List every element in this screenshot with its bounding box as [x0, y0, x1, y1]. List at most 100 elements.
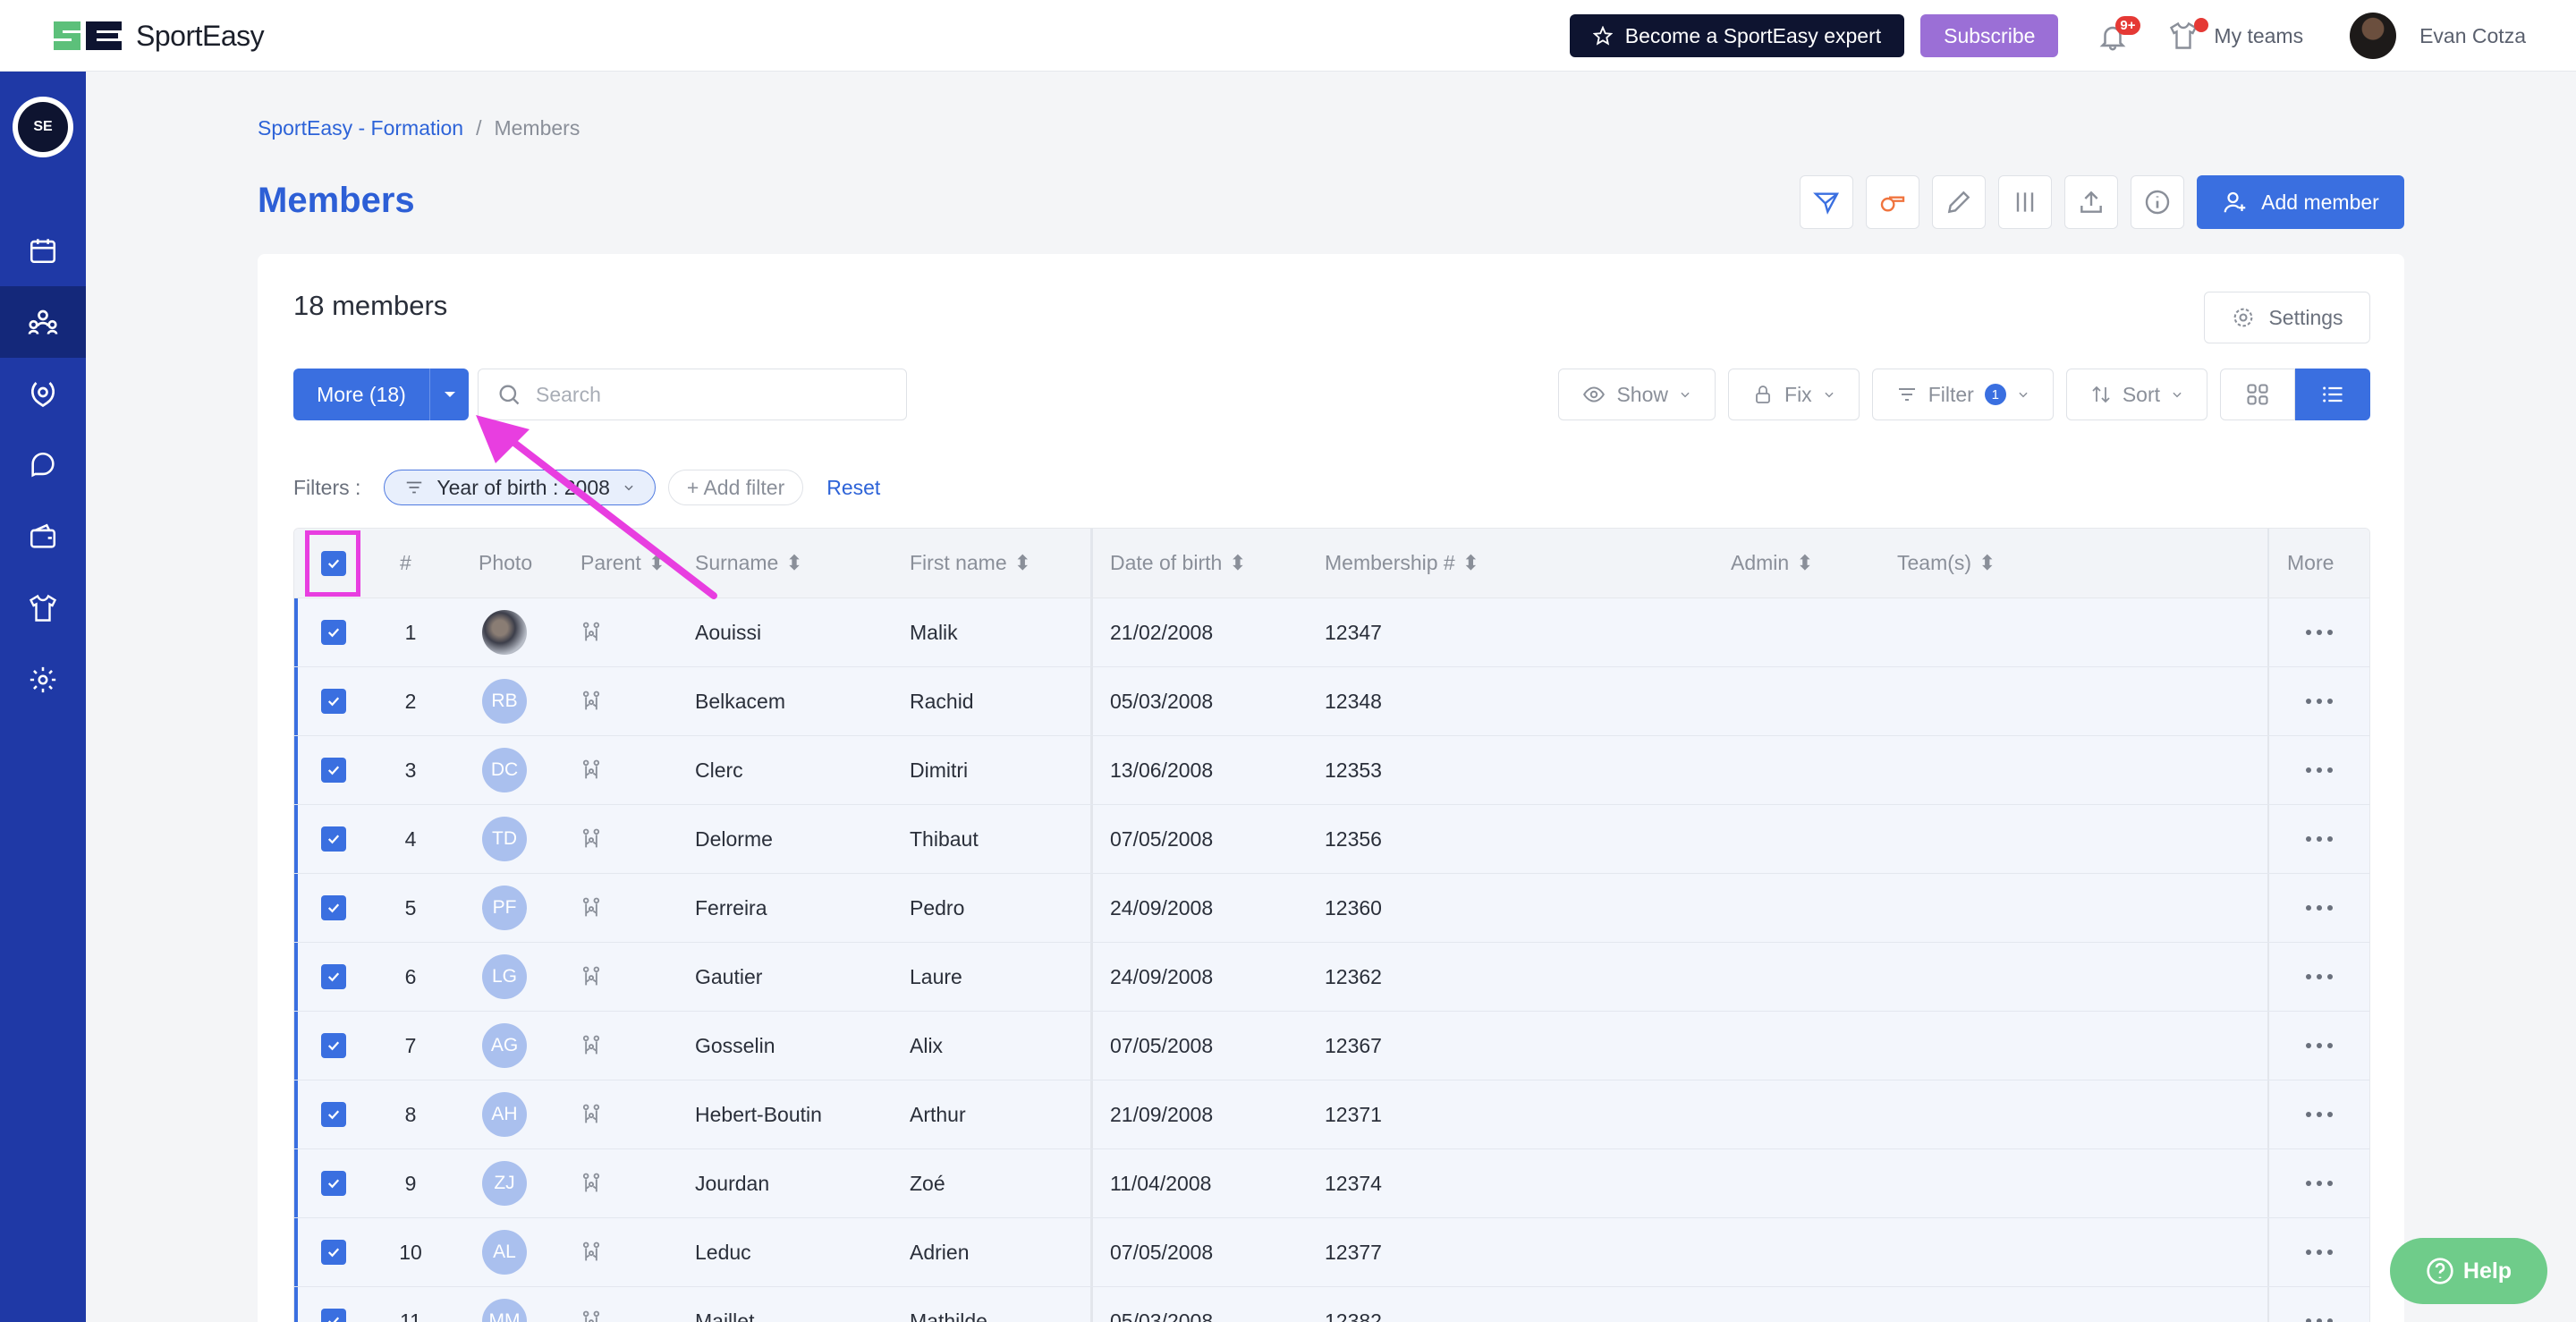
row-more-button[interactable] [2267, 1012, 2369, 1080]
parent-link-button[interactable] [579, 1287, 604, 1322]
settings-button[interactable]: Settings [2204, 292, 2370, 343]
row-first-name[interactable]: Rachid [910, 667, 974, 735]
parent-link-button[interactable] [579, 874, 604, 942]
sidebar-item-calendar[interactable] [0, 215, 86, 286]
row-checkbox[interactable] [321, 943, 346, 1011]
header-first-name[interactable]: First name ⬍ [910, 529, 1031, 597]
sidebar-item-equipment[interactable] [0, 572, 86, 644]
table-row[interactable]: 6 LG Gautier Laure 24/09/2008 12362 [294, 943, 2369, 1012]
parent-link-button[interactable] [579, 805, 604, 873]
parent-link-button[interactable] [579, 667, 604, 735]
parent-link-button[interactable] [579, 1218, 604, 1286]
header-admin[interactable]: Admin ⬍ [1731, 529, 1813, 597]
row-surname[interactable]: Clerc [695, 736, 743, 804]
table-row[interactable]: 5 PF Ferreira Pedro 24/09/2008 12360 [294, 874, 2369, 943]
row-photo[interactable]: TD [482, 805, 527, 873]
row-photo[interactable]: PF [482, 874, 527, 942]
row-photo[interactable]: LG [482, 943, 527, 1011]
row-more-button[interactable] [2267, 1149, 2369, 1217]
header-teams[interactable]: Team(s) ⬍ [1897, 529, 1996, 597]
help-button[interactable]: Help [2390, 1238, 2547, 1304]
table-row[interactable]: 2 RB Belkacem Rachid 05/03/2008 12348 [294, 667, 2369, 736]
table-row[interactable]: 10 AL Leduc Adrien 07/05/2008 12377 [294, 1218, 2369, 1287]
row-surname[interactable]: Delorme [695, 805, 773, 873]
row-first-name[interactable]: Malik [910, 598, 958, 666]
row-photo[interactable]: MM [482, 1287, 527, 1322]
row-checkbox[interactable] [321, 1149, 346, 1217]
list-view-button[interactable] [2295, 369, 2370, 420]
row-surname[interactable]: Belkacem [695, 667, 785, 735]
row-checkbox[interactable] [321, 598, 346, 666]
row-photo[interactable]: AG [482, 1012, 527, 1080]
table-row[interactable]: 4 TD Delorme Thibaut 07/05/2008 12356 [294, 805, 2369, 874]
user-menu[interactable]: Evan Cotza [2350, 13, 2526, 59]
row-checkbox[interactable] [321, 1287, 346, 1322]
row-more-button[interactable] [2267, 1080, 2369, 1148]
edit-button[interactable] [1932, 175, 1986, 229]
row-surname[interactable]: Leduc [695, 1218, 751, 1286]
club-logo[interactable]: SE [13, 97, 73, 157]
notifications-button[interactable]: 9+ [2097, 16, 2140, 54]
table-row[interactable]: 11 MM Maillet Mathilde 05/03/2008 12382 [294, 1287, 2369, 1322]
parent-link-button[interactable] [579, 736, 604, 804]
sort-button[interactable]: Sort [2065, 369, 2207, 420]
row-checkbox[interactable] [321, 805, 346, 873]
sidebar-item-settings[interactable] [0, 644, 86, 716]
row-more-button[interactable] [2267, 667, 2369, 735]
row-more-button[interactable] [2267, 1218, 2369, 1286]
table-row[interactable]: 1 Aouissi Malik 21/02/2008 12347 [294, 598, 2369, 667]
row-photo[interactable]: RB [482, 667, 527, 735]
row-first-name[interactable]: Arthur [910, 1080, 966, 1148]
row-more-button[interactable] [2267, 874, 2369, 942]
row-more-button[interactable] [2267, 598, 2369, 666]
more-actions-button[interactable]: More (18) [293, 369, 429, 420]
grid-view-button[interactable] [2220, 369, 2295, 420]
row-surname[interactable]: Gosselin [695, 1012, 775, 1080]
add-member-button[interactable]: Add member [2197, 175, 2404, 229]
row-more-button[interactable] [2267, 1287, 2369, 1322]
row-checkbox[interactable] [321, 1080, 346, 1148]
row-checkbox[interactable] [321, 667, 346, 735]
subscribe-button[interactable]: Subscribe [1920, 14, 2059, 57]
row-surname[interactable]: Maillet [695, 1287, 754, 1322]
send-message-button[interactable] [1800, 175, 1853, 229]
row-photo[interactable] [482, 598, 527, 666]
table-row[interactable]: 8 AH Hebert-Boutin Arthur 21/09/2008 123… [294, 1080, 2369, 1149]
row-first-name[interactable]: Pedro [910, 874, 964, 942]
breadcrumb-parent-link[interactable]: SportEasy - Formation [258, 116, 463, 140]
parent-link-button[interactable] [579, 1012, 604, 1080]
columns-button[interactable] [1998, 175, 2052, 229]
row-checkbox[interactable] [321, 874, 346, 942]
row-photo[interactable]: DC [482, 736, 527, 804]
row-first-name[interactable]: Thibaut [910, 805, 979, 873]
sidebar-item-members[interactable] [0, 286, 86, 358]
row-surname[interactable]: Aouissi [695, 598, 761, 666]
row-first-name[interactable]: Mathilde [910, 1287, 987, 1322]
row-checkbox[interactable] [321, 736, 346, 804]
more-actions-dropdown[interactable] [429, 369, 469, 420]
parent-link-button[interactable] [579, 1149, 604, 1217]
parent-link-button[interactable] [579, 943, 604, 1011]
reset-filters-link[interactable]: Reset [826, 476, 880, 500]
row-photo[interactable]: AL [482, 1218, 527, 1286]
sidebar-item-trophies[interactable] [0, 358, 86, 429]
frozen-column-divider[interactable] [1090, 529, 1093, 597]
row-photo[interactable]: AH [482, 1080, 527, 1148]
whistle-button[interactable] [1866, 175, 1919, 229]
row-surname[interactable]: Hebert-Boutin [695, 1080, 822, 1148]
info-button[interactable] [2131, 175, 2184, 229]
my-teams-button[interactable]: My teams [2167, 18, 2303, 52]
fix-button[interactable]: Fix [1728, 369, 1860, 420]
become-expert-button[interactable]: Become a SportEasy expert [1569, 14, 1905, 57]
row-surname[interactable]: Jourdan [695, 1149, 769, 1217]
row-first-name[interactable]: Laure [910, 943, 962, 1011]
show-button[interactable]: Show [1558, 369, 1716, 420]
row-more-button[interactable] [2267, 805, 2369, 873]
row-first-name[interactable]: Alix [910, 1012, 943, 1080]
row-checkbox[interactable] [321, 1012, 346, 1080]
row-first-name[interactable]: Dimitri [910, 736, 968, 804]
parent-link-button[interactable] [579, 598, 604, 666]
row-first-name[interactable]: Adrien [910, 1218, 969, 1286]
row-more-button[interactable] [2267, 736, 2369, 804]
parent-link-button[interactable] [579, 1080, 604, 1148]
